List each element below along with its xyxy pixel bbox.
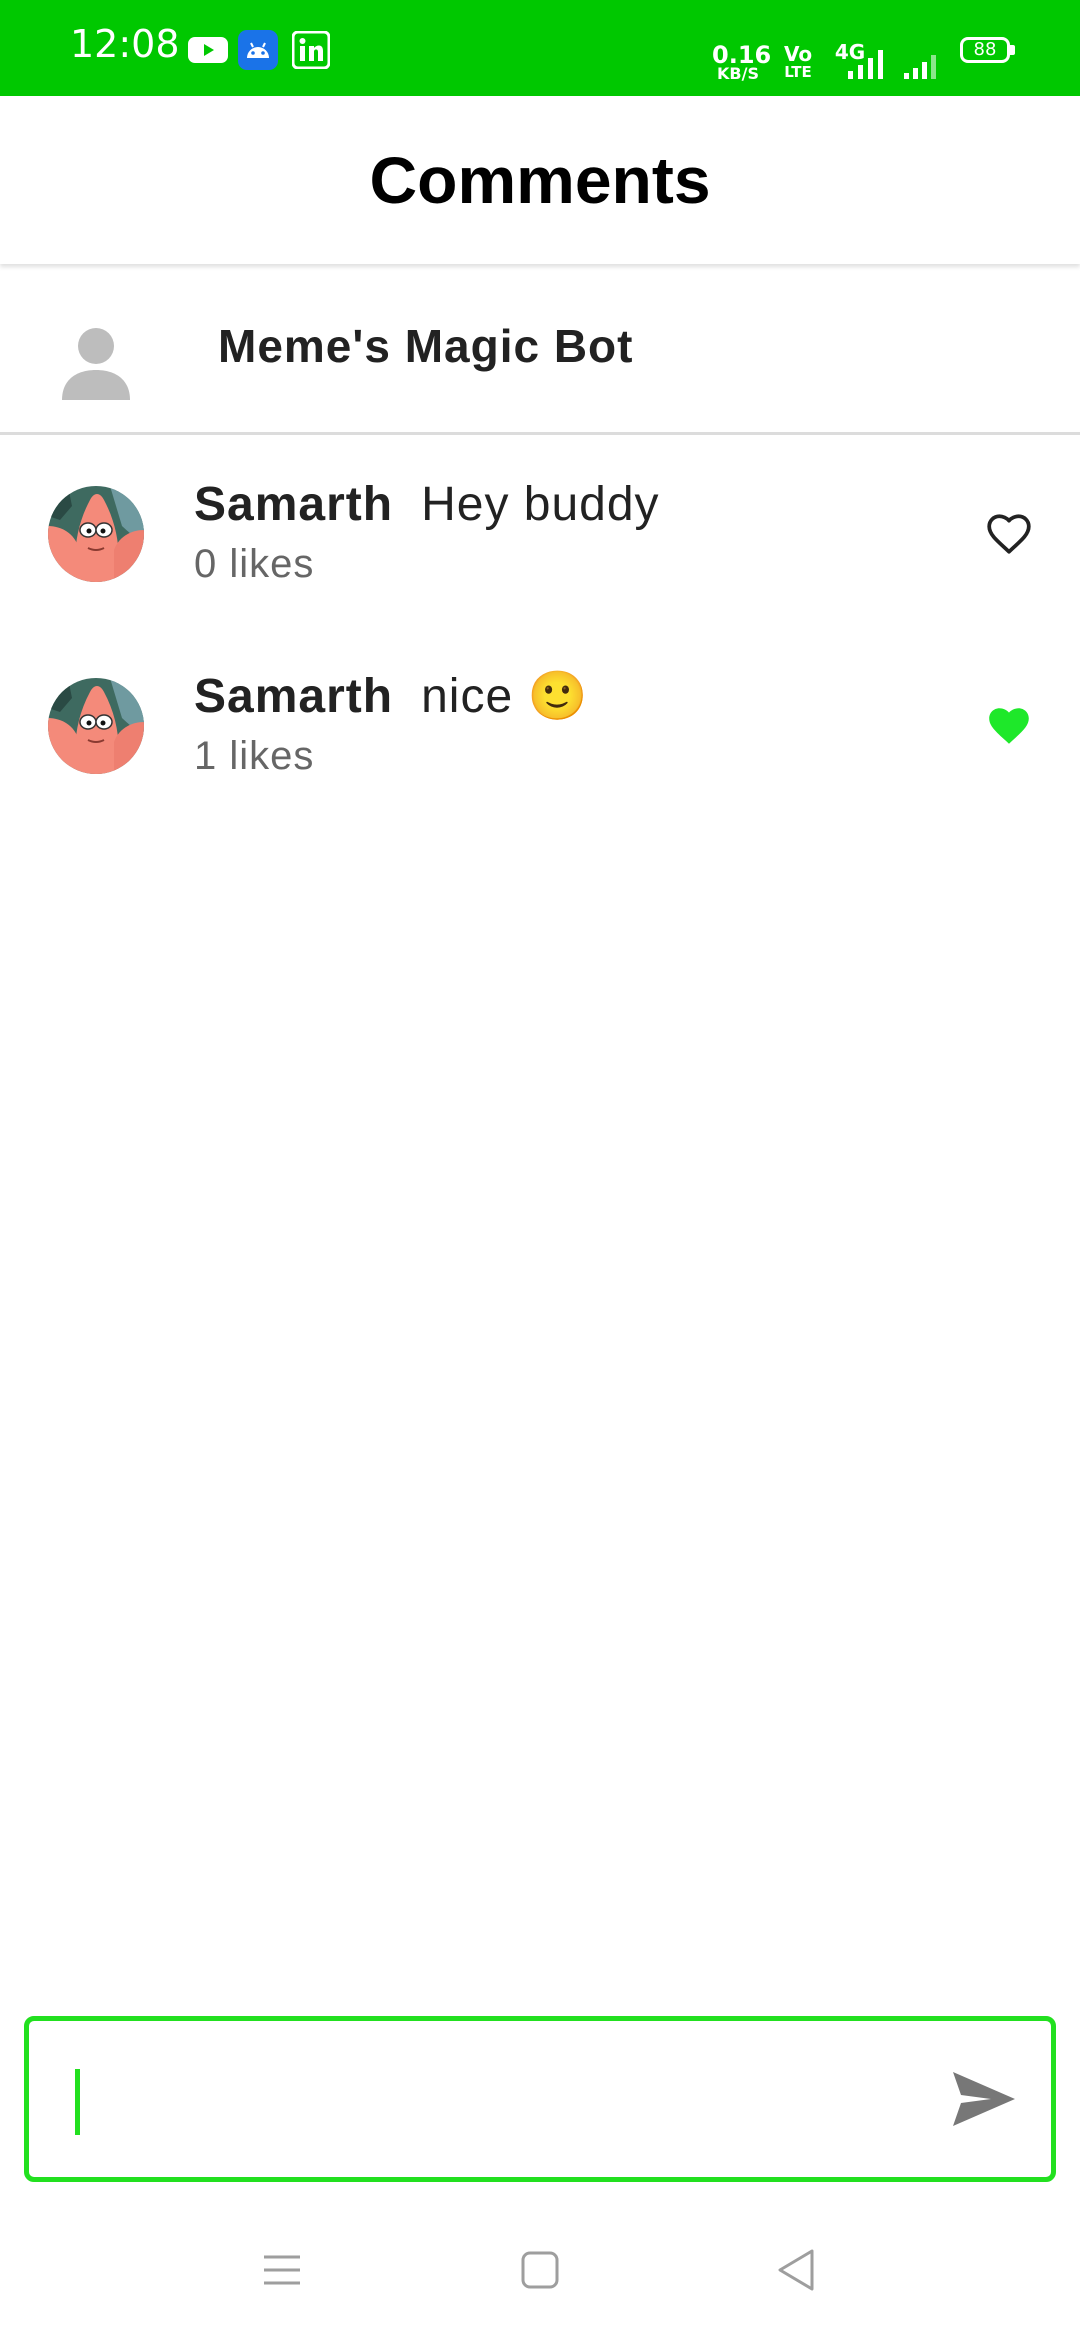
heart-filled-icon[interactable]	[984, 701, 1034, 751]
avatar[interactable]	[48, 678, 144, 774]
signal-strength-2-icon	[904, 55, 936, 79]
comment-username[interactable]: Samarth	[194, 670, 393, 723]
patrick-avatar-image	[48, 486, 144, 582]
text-cursor	[75, 2069, 80, 2135]
comment-item: Samarth nice 🙂 1 likes	[0, 630, 1080, 822]
person-placeholder-icon	[62, 328, 130, 400]
battery-level: 88	[973, 39, 997, 60]
patrick-avatar-image	[48, 678, 144, 774]
comment-input-box	[24, 2016, 1056, 2182]
post-owner-name: Meme's Magic Bot	[218, 320, 634, 372]
network-speed: 0.16	[712, 41, 772, 69]
system-navigation-bar	[0, 2200, 1080, 2340]
battery-tip	[1010, 45, 1015, 55]
status-bar: 12:08 0.16 KB/S Vo LTE 4G 88	[0, 0, 1080, 96]
send-icon[interactable]	[951, 2070, 1017, 2128]
youtube-icon	[188, 37, 228, 63]
page-title: Comments	[369, 143, 711, 217]
comment-input[interactable]	[69, 2039, 933, 2161]
comment-text: Hey buddy	[421, 478, 660, 531]
comment-item: Samarth Hey buddy 0 likes	[0, 438, 1080, 630]
comment-text: nice 🙂	[421, 670, 589, 723]
post-owner-header: Meme's Magic Bot	[0, 264, 1080, 435]
volte-top: Vo	[783, 42, 813, 66]
android-icon	[238, 30, 278, 70]
comment-content: Samarth nice 🙂	[194, 668, 588, 726]
network-speed-unit: KB/S	[717, 64, 759, 83]
heart-outline-icon[interactable]	[984, 509, 1034, 559]
signal-strength-icon	[848, 50, 883, 79]
linkedin-icon	[292, 31, 330, 69]
menu-icon[interactable]	[262, 2253, 302, 2287]
volte-bottom: LTE	[784, 63, 812, 81]
battery-icon: 88	[960, 37, 1010, 63]
avatar[interactable]	[48, 486, 144, 582]
comment-username[interactable]: Samarth	[194, 478, 393, 531]
app-bar: Comments	[0, 96, 1080, 264]
home-icon[interactable]	[520, 2250, 560, 2290]
comments-screen: 12:08 0.16 KB/S Vo LTE 4G 88 Comments Me…	[0, 0, 1080, 2340]
comment-likes-count: 0 likes	[194, 542, 315, 586]
back-icon[interactable]	[776, 2248, 816, 2292]
status-time: 12:08	[70, 22, 180, 66]
comment-likes-count: 1 likes	[194, 734, 315, 778]
comment-content: Samarth Hey buddy	[194, 476, 660, 534]
